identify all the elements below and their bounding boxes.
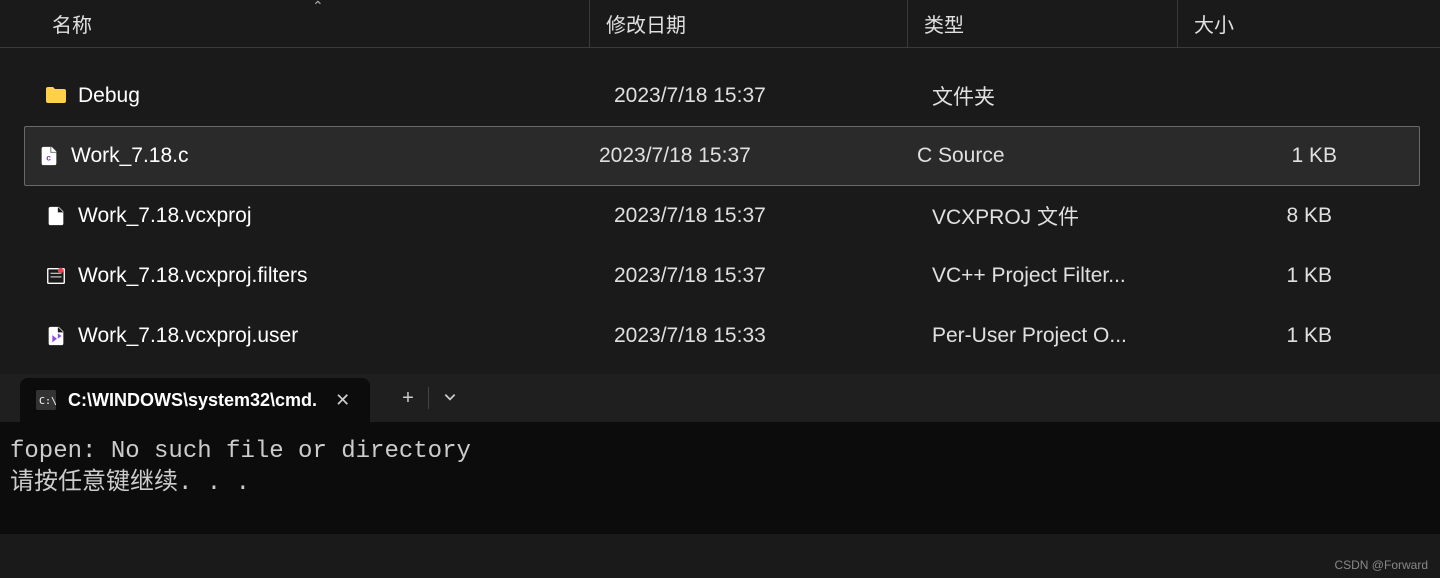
- file-icon: [44, 204, 68, 228]
- column-header-type[interactable]: 类型: [908, 0, 1178, 47]
- file-name: Work_7.18.vcxproj: [78, 204, 252, 228]
- file-name: Work_7.18.c: [71, 144, 189, 168]
- c-source-icon: c: [37, 144, 61, 168]
- file-type: VCXPROJ 文件: [916, 201, 1186, 231]
- file-type: C Source: [901, 144, 1171, 168]
- file-explorer: 名称 ⌃ 修改日期 类型 大小 Debug 2023/7/18 15:37 文件…: [0, 0, 1440, 366]
- file-row[interactable]: Work_7.18.vcxproj.filters 2023/7/18 15:3…: [0, 246, 1440, 306]
- file-size: 1 KB: [1186, 264, 1368, 288]
- file-date: 2023/7/18 15:37: [583, 144, 901, 168]
- file-date: 2023/7/18 15:37: [598, 204, 916, 228]
- folder-icon: [44, 84, 68, 108]
- column-header-size[interactable]: 大小: [1178, 0, 1360, 47]
- new-tab-button[interactable]: +: [388, 381, 428, 416]
- column-header-date[interactable]: 修改日期: [590, 0, 908, 47]
- file-row[interactable]: c Work_7.18.c 2023/7/18 15:37 C Source 1…: [24, 126, 1420, 186]
- tab-dropdown-button[interactable]: [429, 381, 471, 416]
- terminal-window: C:\ C:\WINDOWS\system32\cmd. ✕ + fopen: …: [0, 374, 1440, 534]
- output-line: fopen: No such file or directory: [10, 436, 1430, 468]
- output-line: 请按任意键继续. . .: [10, 468, 1430, 500]
- svg-text:C:\: C:\: [39, 396, 56, 407]
- column-label: 名称: [52, 9, 92, 38]
- file-size: 1 KB: [1186, 324, 1368, 348]
- sort-indicator-icon: ⌃: [312, 0, 324, 15]
- tab-close-button[interactable]: ✕: [329, 388, 356, 413]
- svg-text:c: c: [46, 154, 51, 163]
- watermark: CSDN @Forward: [1334, 558, 1428, 572]
- file-list: Debug 2023/7/18 15:37 文件夹 c Work_7.18.c …: [0, 48, 1440, 366]
- column-header-name[interactable]: 名称 ⌃: [0, 0, 590, 47]
- vs-project-icon: [44, 324, 68, 348]
- cmd-icon: C:\: [36, 390, 56, 410]
- terminal-tab-bar: C:\ C:\WINDOWS\system32\cmd. ✕ +: [0, 374, 1440, 422]
- column-headers: 名称 ⌃ 修改日期 类型 大小: [0, 0, 1440, 48]
- file-type: 文件夹: [916, 81, 1186, 111]
- file-date: 2023/7/18 15:33: [598, 324, 916, 348]
- filters-icon: [44, 264, 68, 288]
- terminal-tab[interactable]: C:\ C:\WINDOWS\system32\cmd. ✕: [20, 378, 370, 422]
- file-date: 2023/7/18 15:37: [598, 264, 916, 288]
- file-row[interactable]: Work_7.18.vcxproj.user 2023/7/18 15:33 P…: [0, 306, 1440, 366]
- file-name: Work_7.18.vcxproj.filters: [78, 264, 308, 288]
- file-name: Work_7.18.vcxproj.user: [78, 324, 298, 348]
- file-type: VC++ Project Filter...: [916, 264, 1186, 288]
- file-size: 1 KB: [1171, 144, 1353, 168]
- file-date: 2023/7/18 15:37: [598, 84, 916, 108]
- file-row[interactable]: Debug 2023/7/18 15:37 文件夹: [0, 66, 1440, 126]
- file-type: Per-User Project O...: [916, 324, 1186, 348]
- tab-title: C:\WINDOWS\system32\cmd.: [68, 390, 317, 411]
- tab-actions: +: [388, 381, 471, 416]
- file-row[interactable]: Work_7.18.vcxproj 2023/7/18 15:37 VCXPRO…: [0, 186, 1440, 246]
- terminal-output[interactable]: fopen: No such file or directory 请按任意键继续…: [0, 422, 1440, 534]
- file-name: Debug: [78, 84, 140, 108]
- file-size: 8 KB: [1186, 204, 1368, 228]
